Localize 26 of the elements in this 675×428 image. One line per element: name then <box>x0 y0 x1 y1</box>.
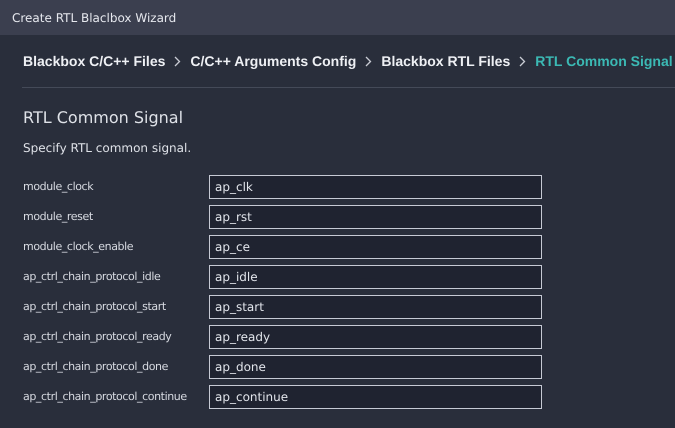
input-field[interactable]: ap_continue <box>209 385 542 409</box>
field-label: ap_ctrl_chain_protocol_ready <box>23 328 172 345</box>
chevron-right-icon <box>365 56 372 66</box>
field-label: module_clock_enable <box>23 238 134 255</box>
breadcrumb-step[interactable]: Blackbox RTL Files <box>381 50 510 72</box>
section-title: RTL Common Signal <box>23 108 184 128</box>
field-label: module_reset <box>23 208 94 225</box>
field-label: ap_ctrl_chain_protocol_idle <box>23 268 162 285</box>
input-field[interactable]: ap_ready <box>209 325 542 349</box>
window-title: Create RTL Blaclbox Wizard <box>12 10 176 26</box>
field-label: ap_ctrl_chain_protocol_continue <box>23 388 188 405</box>
input-field[interactable]: ap_done <box>209 355 542 379</box>
breadcrumb-step[interactable]: C/C++ Arguments Config <box>190 50 356 72</box>
breadcrumb-step[interactable]: RTL Common Signal <box>535 50 673 72</box>
field-label: ap_ctrl_chain_protocol_start <box>23 298 167 315</box>
input-field[interactable]: ap_clk <box>209 175 542 199</box>
input-field[interactable]: ap_idle <box>209 265 542 289</box>
chevron-right-icon <box>519 56 526 66</box>
section-description: Specify RTL common signal. <box>23 140 192 157</box>
breadcrumb-step[interactable]: Blackbox C/C++ Files <box>23 50 166 72</box>
chevron-right-icon <box>174 56 182 66</box>
field-label: ap_ctrl_chain_protocol_done <box>23 358 169 375</box>
field-label: module_clock <box>23 178 94 195</box>
input-field[interactable]: ap_ce <box>209 235 542 259</box>
input-field[interactable]: ap_start <box>209 295 542 319</box>
input-field[interactable]: ap_rst <box>209 205 542 229</box>
